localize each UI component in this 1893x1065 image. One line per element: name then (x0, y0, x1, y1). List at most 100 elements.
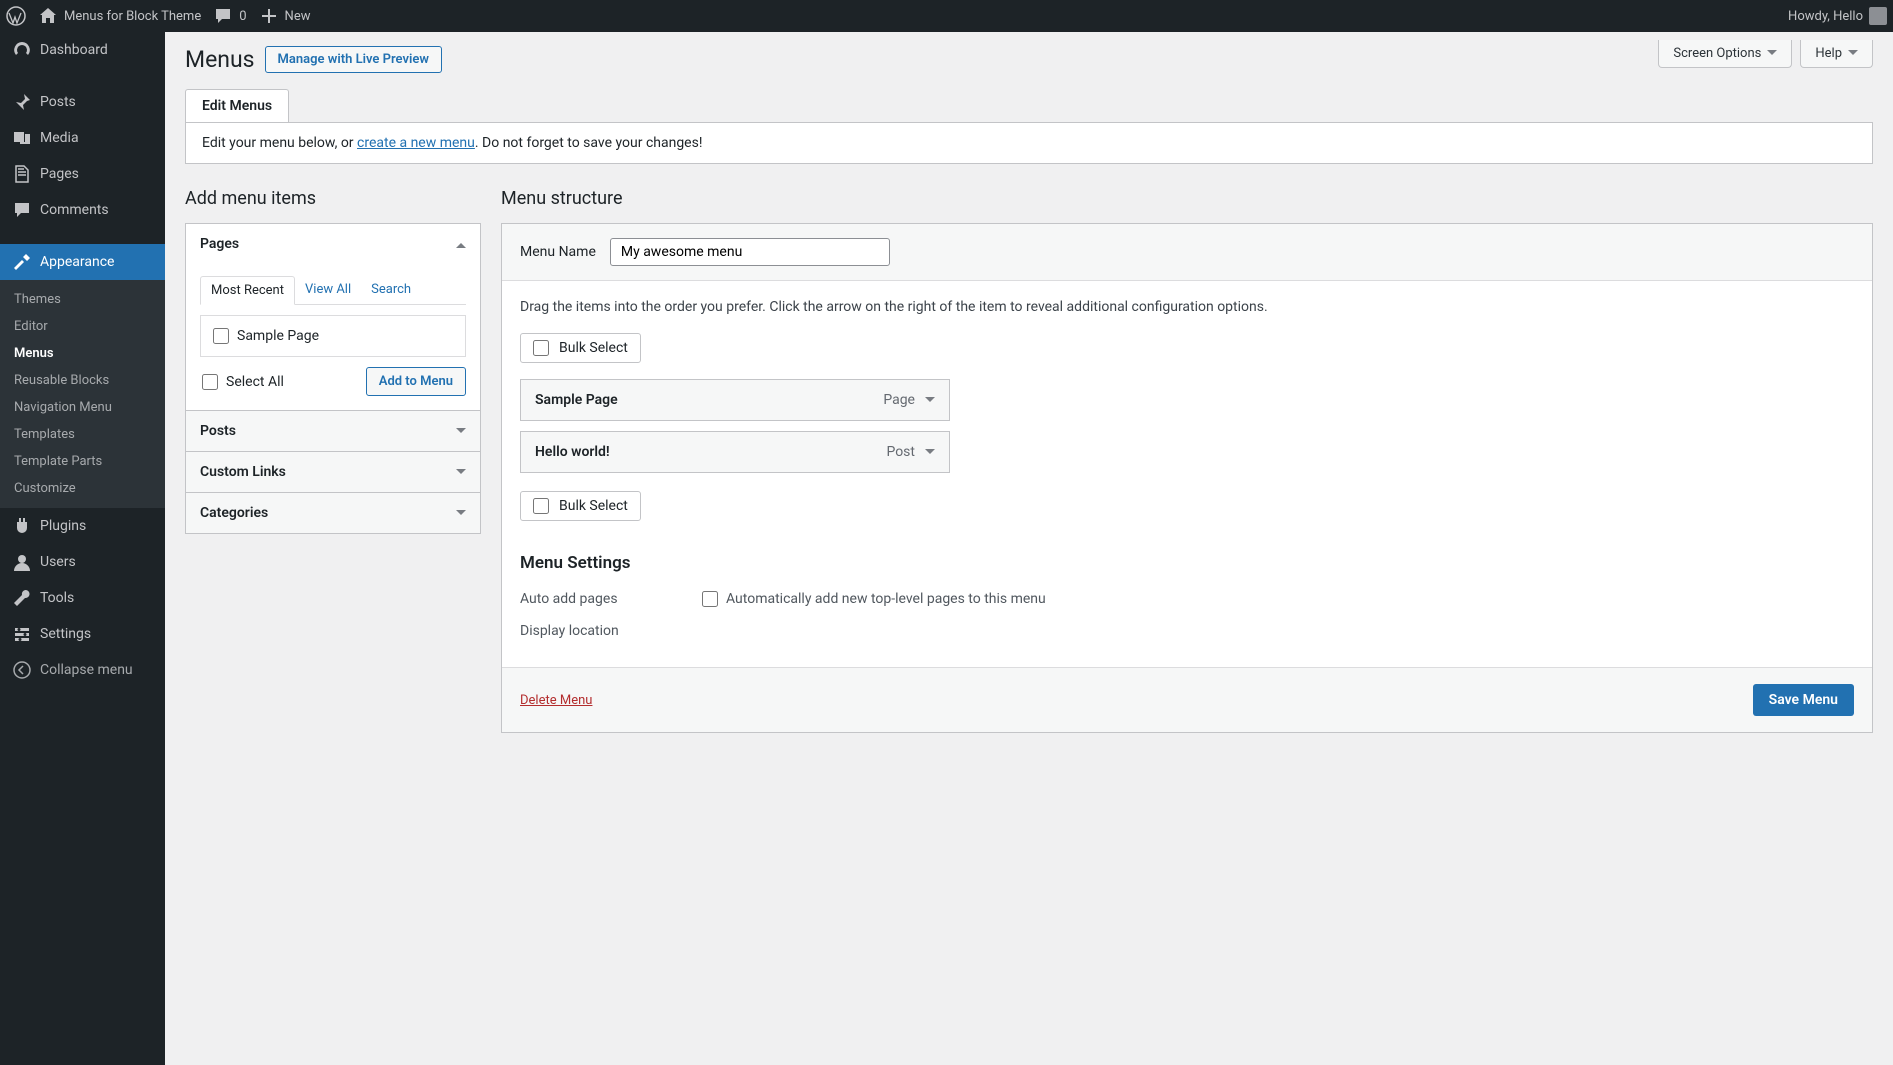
chevron-down-icon (456, 428, 466, 438)
screen-options-button[interactable]: Screen Options (1658, 40, 1792, 68)
tools-icon (12, 588, 32, 608)
appearance-submenu: Themes Editor Menus Reusable Blocks Navi… (0, 280, 165, 508)
chevron-down-icon (456, 510, 466, 520)
menu-tools[interactable]: Tools (0, 580, 165, 616)
tab-edit-menus[interactable]: Edit Menus (185, 89, 289, 122)
menu-settings[interactable]: Settings (0, 616, 165, 652)
bulk-select-checkbox[interactable] (533, 340, 549, 356)
create-new-menu-link[interactable]: create a new menu (357, 135, 475, 151)
dashboard-icon (12, 40, 32, 60)
settings-icon (12, 624, 32, 644)
submenu-menus[interactable]: Menus (0, 340, 165, 367)
pages-tab-search[interactable]: Search (361, 276, 421, 304)
add-to-menu-button[interactable]: Add to Menu (366, 367, 466, 396)
chevron-down-icon[interactable] (925, 397, 935, 407)
display-location-label: Display location (520, 623, 700, 639)
comments-count: 0 (239, 9, 246, 24)
auto-add-option[interactable]: Automatically add new top-level pages to… (700, 585, 1048, 613)
user-icon (12, 552, 32, 572)
submenu-navigation-menu[interactable]: Navigation Menu (0, 394, 165, 421)
bulk-select-checkbox[interactable] (533, 498, 549, 514)
menu-dashboard[interactable]: Dashboard (0, 32, 165, 68)
accordion-posts-header[interactable]: Posts (186, 410, 480, 451)
menu-name-label: Menu Name (520, 244, 596, 260)
pages-tab-recent[interactable]: Most Recent (200, 276, 295, 305)
collapse-menu[interactable]: Collapse menu (0, 652, 165, 688)
account-link[interactable]: Howdy, Hello (1788, 7, 1887, 25)
live-preview-button[interactable]: Manage with Live Preview (265, 46, 442, 73)
submenu-editor[interactable]: Editor (0, 313, 165, 340)
comment-icon (213, 6, 233, 26)
select-all-row[interactable]: Select All (200, 368, 286, 396)
delete-menu-link[interactable]: Delete Menu (520, 693, 592, 708)
site-title: Menus for Block Theme (64, 9, 201, 24)
collapse-icon (12, 660, 32, 680)
menu-plugins[interactable]: Plugins (0, 508, 165, 544)
chevron-down-icon (1767, 50, 1777, 60)
menu-item-row[interactable]: Hello world! Post (520, 431, 950, 473)
pages-tab-view-all[interactable]: View All (295, 276, 361, 304)
bulk-select-top[interactable]: Bulk Select (520, 333, 641, 363)
avatar (1869, 7, 1887, 25)
greeting-text: Howdy, Hello (1788, 9, 1863, 24)
select-all-checkbox[interactable] (202, 374, 218, 390)
menu-comments[interactable]: Comments (0, 192, 165, 228)
pin-icon (12, 92, 32, 112)
admin-bar: Menus for Block Theme 0 New Howdy, Hello (0, 0, 1893, 32)
content-area: Screen Options Help Menus Manage with Li… (165, 32, 1893, 1065)
info-box: Edit your menu below, or create a new me… (185, 122, 1873, 164)
submenu-themes[interactable]: Themes (0, 286, 165, 313)
comments-link[interactable]: 0 (213, 6, 246, 26)
chevron-down-icon (456, 469, 466, 479)
page-item-row[interactable]: Sample Page (211, 322, 455, 350)
chevron-up-icon (456, 238, 466, 248)
menu-name-input[interactable] (610, 238, 890, 266)
submenu-reusable-blocks[interactable]: Reusable Blocks (0, 367, 165, 394)
appearance-icon (12, 252, 32, 272)
admin-sidebar: Dashboard Posts Media Pages Comments App… (0, 32, 165, 1065)
structure-box: Menu Name Drag the items into the order … (501, 223, 1873, 733)
structure-description: Drag the items into the order you prefer… (520, 299, 1854, 315)
comments-icon (12, 200, 32, 220)
site-home-link[interactable]: Menus for Block Theme (38, 6, 201, 26)
menu-appearance[interactable]: Appearance (0, 244, 165, 280)
menu-media[interactable]: Media (0, 120, 165, 156)
media-icon (12, 128, 32, 148)
accordion-pages-header[interactable]: Pages (186, 224, 480, 264)
auto-add-checkbox[interactable] (702, 591, 718, 607)
chevron-down-icon (1848, 50, 1858, 60)
submenu-templates[interactable]: Templates (0, 421, 165, 448)
submenu-customize[interactable]: Customize (0, 475, 165, 502)
auto-add-label: Auto add pages (520, 591, 700, 607)
structure-heading: Menu structure (501, 188, 1873, 209)
tab-bar: Edit Menus (185, 89, 1873, 122)
new-label: New (285, 9, 311, 24)
add-items-heading: Add menu items (185, 188, 481, 209)
plus-icon (259, 6, 279, 26)
menu-item-type: Post (886, 444, 915, 460)
menu-item-row[interactable]: Sample Page Page (520, 379, 950, 421)
page-title: Menus (185, 46, 255, 73)
accordion-categories-header[interactable]: Categories (186, 492, 480, 533)
submenu-template-parts[interactable]: Template Parts (0, 448, 165, 475)
chevron-down-icon[interactable] (925, 449, 935, 459)
home-icon (38, 6, 58, 26)
menu-item-title: Hello world! (535, 444, 610, 460)
plugin-icon (12, 516, 32, 536)
help-button[interactable]: Help (1800, 40, 1873, 68)
add-items-accordion: Pages Most Recent View All Search Sa (185, 223, 481, 534)
accordion-custom-links-header[interactable]: Custom Links (186, 451, 480, 492)
page-icon (12, 164, 32, 184)
save-menu-button[interactable]: Save Menu (1753, 684, 1854, 716)
new-content-link[interactable]: New (259, 6, 311, 26)
menu-item-title: Sample Page (535, 392, 618, 408)
page-item-checkbox[interactable] (213, 328, 229, 344)
menu-posts[interactable]: Posts (0, 84, 165, 120)
menu-users[interactable]: Users (0, 544, 165, 580)
menu-pages[interactable]: Pages (0, 156, 165, 192)
menu-item-type: Page (883, 392, 915, 408)
menu-settings-heading: Menu Settings (520, 553, 1854, 573)
wp-logo-icon[interactable] (6, 6, 26, 26)
accordion-pages-content: Most Recent View All Search Sample Page (186, 264, 480, 410)
bulk-select-bottom[interactable]: Bulk Select (520, 491, 641, 521)
